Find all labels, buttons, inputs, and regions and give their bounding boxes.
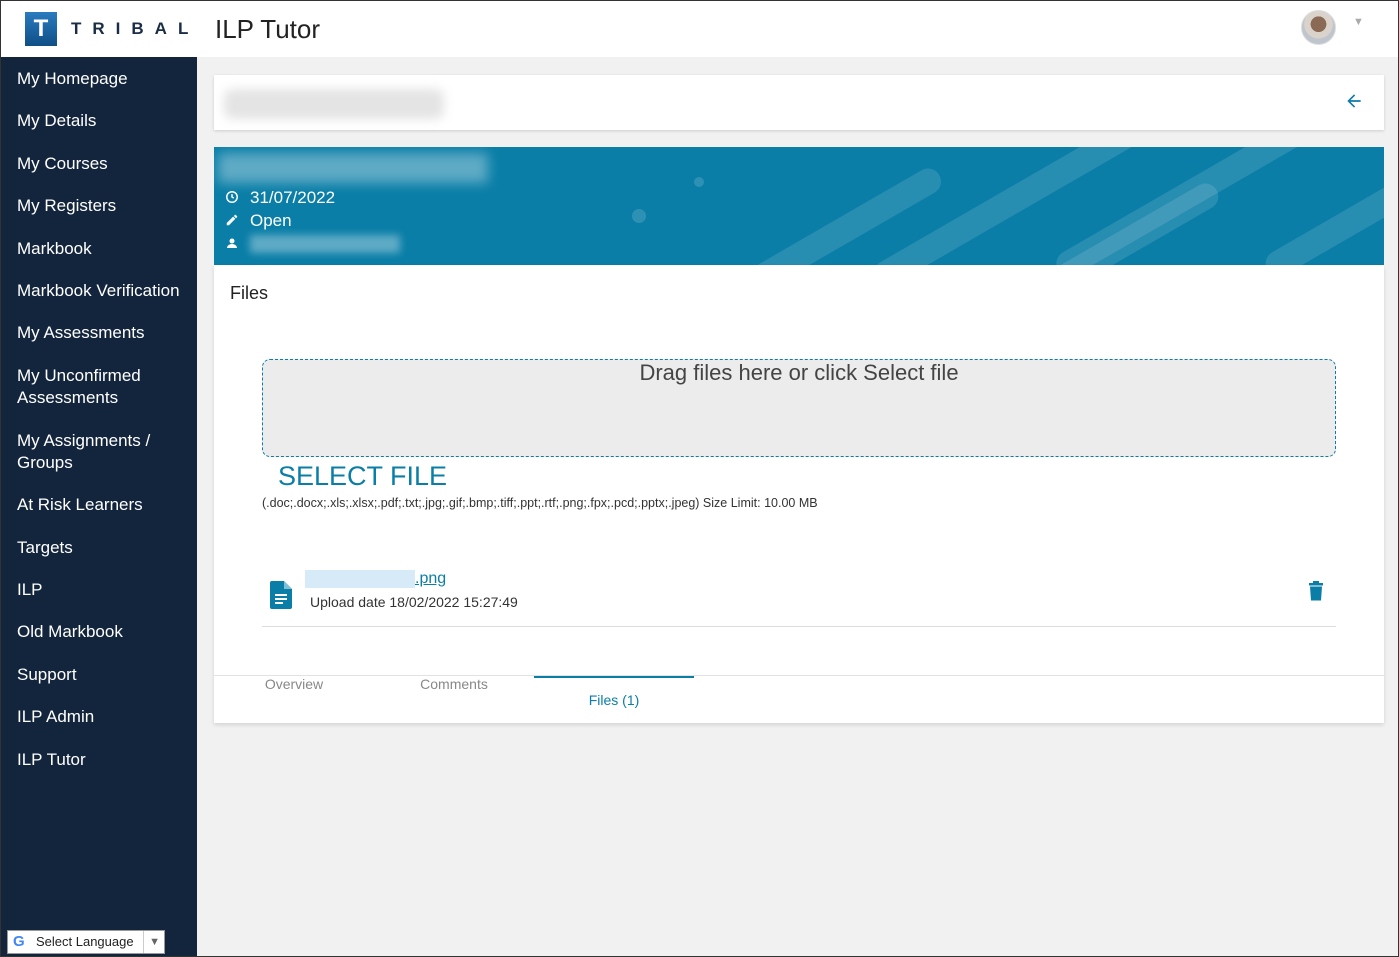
decorative-dot bbox=[694, 177, 704, 187]
decorative-dot bbox=[632, 209, 646, 223]
redacted-file-name bbox=[305, 570, 415, 588]
status-value: Open bbox=[250, 211, 292, 230]
files-heading: Files bbox=[230, 283, 269, 303]
user-avatar[interactable] bbox=[1301, 10, 1336, 45]
file-name-link[interactable]: .png bbox=[305, 570, 446, 588]
decorative-stripe bbox=[1260, 158, 1384, 265]
sidebar-item-ilp-tutor[interactable]: ILP Tutor bbox=[17, 749, 192, 771]
sidebar-item-ilp[interactable]: ILP bbox=[17, 579, 192, 601]
clock-icon bbox=[224, 190, 240, 207]
file-dropzone[interactable]: Drag files here or click Select file bbox=[262, 359, 1336, 457]
document-icon bbox=[270, 581, 292, 609]
back-arrow-icon[interactable] bbox=[1344, 91, 1368, 115]
redacted-person-name bbox=[250, 235, 400, 253]
app-title: ILP Tutor bbox=[215, 14, 321, 44]
tab-bar: Overview Comments Files (1) bbox=[214, 675, 1384, 723]
google-icon: G bbox=[13, 933, 25, 950]
allowed-file-types: (.doc;.docx;.xls;.xlsx;.pdf;.txt;.jpg;.g… bbox=[262, 496, 818, 510]
sidebar-item-markbook[interactable]: Markbook bbox=[17, 238, 192, 260]
chevron-down-icon[interactable]: ▼ bbox=[143, 931, 160, 953]
files-panel: Files Drag files here or click Select fi… bbox=[214, 265, 1384, 723]
status: Open bbox=[224, 211, 292, 231]
tribal-logo-text: TRIBAL bbox=[71, 19, 200, 38]
tab-comments[interactable]: Comments bbox=[374, 676, 534, 724]
sidebar-item-my-unconfirmed-assessments[interactable]: My Unconfirmed Assessments bbox=[17, 365, 167, 409]
upload-date: Upload date 18/02/2022 15:27:49 bbox=[310, 594, 518, 610]
redacted-title bbox=[224, 89, 444, 119]
sidebar-item-my-assessments[interactable]: My Assessments bbox=[17, 322, 192, 344]
due-date: 31/07/2022 bbox=[224, 188, 335, 208]
sidebar-item-targets[interactable]: Targets bbox=[17, 537, 192, 559]
top-bar: T TRIBAL ILP Tutor ▼ bbox=[1, 1, 1398, 57]
select-language-label: Select Language bbox=[36, 934, 134, 949]
record-header bbox=[214, 75, 1384, 130]
person-icon bbox=[224, 236, 240, 252]
sidebar-item-my-assignments-groups[interactable]: My Assignments / Groups bbox=[17, 430, 167, 474]
select-language-dropdown[interactable]: G Select Language ▼ bbox=[7, 930, 165, 954]
file-list-item: .png Upload date 18/02/2022 15:27:49 bbox=[262, 565, 1336, 627]
sidebar: My Homepage My Details My Courses My Reg… bbox=[1, 57, 197, 956]
sidebar-item-my-details[interactable]: My Details bbox=[17, 110, 192, 132]
record-banner: 31/07/2022 Open bbox=[214, 147, 1384, 265]
sidebar-item-at-risk-learners[interactable]: At Risk Learners bbox=[17, 494, 192, 516]
pencil-icon bbox=[224, 213, 240, 230]
sidebar-item-support[interactable]: Support bbox=[17, 664, 192, 686]
sidebar-item-my-homepage[interactable]: My Homepage bbox=[17, 68, 192, 90]
tab-files[interactable]: Files (1) bbox=[534, 676, 694, 724]
redacted-record-title bbox=[218, 153, 488, 183]
select-file-button[interactable]: SELECT FILE bbox=[278, 461, 447, 492]
file-extension: .png bbox=[415, 570, 447, 587]
trash-icon[interactable] bbox=[1308, 581, 1324, 601]
tab-overview[interactable]: Overview bbox=[214, 676, 374, 724]
sidebar-item-markbook-verification[interactable]: Markbook Verification bbox=[17, 280, 192, 302]
sidebar-item-old-markbook[interactable]: Old Markbook bbox=[17, 621, 192, 643]
sidebar-item-ilp-admin[interactable]: ILP Admin bbox=[17, 706, 192, 728]
sidebar-item-my-courses[interactable]: My Courses bbox=[17, 153, 192, 175]
assigned-person bbox=[224, 235, 400, 253]
due-date-value: 31/07/2022 bbox=[250, 188, 336, 207]
sidebar-item-my-registers[interactable]: My Registers bbox=[17, 195, 192, 217]
chevron-down-icon[interactable]: ▼ bbox=[1353, 16, 1364, 28]
tribal-logo-icon[interactable]: T bbox=[25, 12, 57, 46]
